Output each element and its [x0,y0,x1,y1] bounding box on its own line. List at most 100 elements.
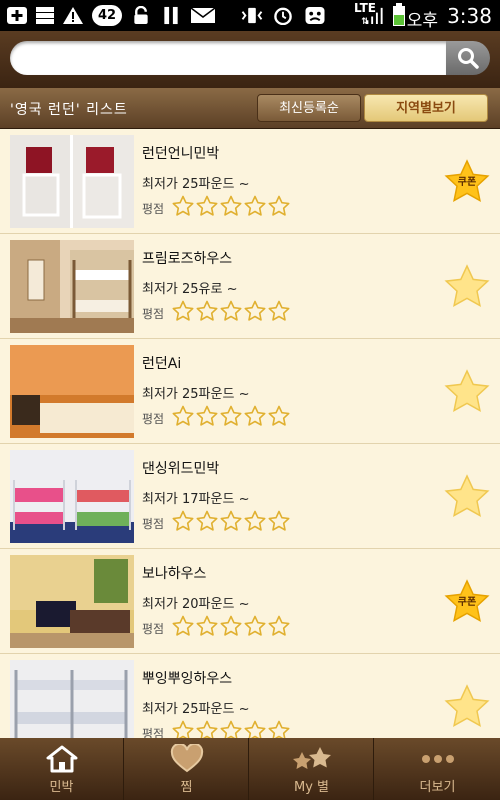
heart-icon [170,744,203,773]
star-empty-icon [196,300,218,321]
listing-price: 최저가 17파운드 ~ [142,492,250,507]
coupon-badge[interactable]: 쿠폰 [444,579,490,623]
star-empty-icon [268,510,290,531]
star-empty-icon [268,615,290,636]
star-empty-icon [220,195,242,216]
favorite-star-icon[interactable] [444,264,490,308]
stars-icon [292,747,331,769]
more-dots-icon [421,755,454,763]
sort-newest-button[interactable]: 최신등록순 [257,94,361,122]
favorite-star-icon[interactable] [444,369,490,413]
status-bar: 42 LTE ⇅ 오후 3:38 [0,0,500,31]
listing-photo [10,660,134,738]
rating-stars [172,720,292,738]
star-empty-icon [220,405,242,426]
star-empty-icon [196,615,218,636]
rating-label: 평점 [142,307,165,321]
alarm-icon [274,7,292,25]
star-empty-icon [244,405,266,426]
nav-my-stars[interactable]: My 별 [250,738,374,800]
listing-name[interactable]: 댄싱위드민박 [142,458,219,478]
sad-face-icon [305,6,325,25]
star-empty-icon [172,615,194,636]
notification-count-badge: 42 [92,5,122,26]
listing-name[interactable]: 프림로즈하우스 [142,248,232,268]
nav-label: 찜 [180,780,193,795]
vibrate-icon [241,7,263,24]
listing-list[interactable]: 런던언니민박 최저가 25파운드 ~ 평점 쿠폰 프림로즈하우스 최저가 25유… [0,129,500,738]
clock-time: 3:38 [447,4,492,28]
database-icon [36,7,54,24]
listing-name[interactable]: 뿌잉뿌잉하우스 [142,668,232,688]
battery-icon [393,3,405,26]
star-empty-icon [268,300,290,321]
rating-stars [172,405,292,427]
add-icon [7,7,27,24]
list-header: '영국 런던' 리스트 최신등록순 지역별보기 [0,88,500,129]
list-item[interactable]: 보나하우스 최저가 20파운드 ~ 평점 쿠폰 [0,549,500,654]
list-title: '영국 런던' 리스트 [10,102,128,118]
lock-icon [134,6,148,25]
listing-photo [10,135,134,228]
star-empty-icon [268,720,290,738]
favorite-star-icon[interactable] [444,474,490,518]
rating-stars [172,300,292,322]
nav-label: 민박 [49,780,74,795]
nav-label: 더보기 [419,780,456,795]
coupon-badge[interactable]: 쿠폰 [444,159,490,203]
sort-region-button[interactable]: 지역별보기 [364,94,488,122]
list-item[interactable]: 댄싱위드민박 최저가 17파운드 ~ 평점 [0,444,500,549]
list-item[interactable]: 런던언니민박 최저가 25파운드 ~ 평점 쿠폰 [0,129,500,234]
listing-photo [10,555,134,648]
pause-icon [164,6,178,25]
listing-name[interactable]: 보나하우스 [142,563,206,583]
rating-stars [172,195,292,217]
listing-name[interactable]: 런던언니민박 [142,143,219,163]
listing-price: 최저가 25유로 ~ [142,282,238,297]
favorite-star-icon[interactable] [444,684,490,728]
nav-favorites[interactable]: 찜 [125,738,249,800]
listing-name[interactable]: 런던Ai [142,353,181,373]
star-empty-icon [172,195,194,216]
star-empty-icon [244,300,266,321]
star-empty-icon [268,195,290,216]
rating-stars [172,510,292,532]
am-pm-label: 오후 [406,11,438,31]
coupon-label: 쿠폰 [457,177,477,188]
bottom-nav: 민박 찜 My 별 더보기 [0,738,500,800]
listing-photo [10,240,134,333]
star-empty-icon [172,300,194,321]
house-icon [46,745,77,773]
star-empty-icon [196,510,218,531]
list-item[interactable]: 뿌잉뿌잉하우스 최저가 25파운드 ~ 평점 [0,654,500,738]
rating-label: 평점 [142,622,165,636]
star-empty-icon [220,720,242,738]
search-button[interactable] [446,41,490,75]
coupon-label: 쿠폰 [457,597,477,608]
listing-price: 최저가 20파운드 ~ [142,597,250,612]
star-empty-icon [220,300,242,321]
list-item[interactable]: 런던Ai 최저가 25파운드 ~ 평점 [0,339,500,444]
rating-stars [172,615,292,637]
search-bar [0,31,500,88]
star-empty-icon [172,405,194,426]
search-input[interactable] [10,41,448,75]
star-empty-icon [172,510,194,531]
list-item[interactable]: 프림로즈하우스 최저가 25유로 ~ 평점 [0,234,500,339]
star-empty-icon [196,195,218,216]
mail-icon [190,7,216,23]
star-empty-icon [244,720,266,738]
nav-minbak[interactable]: 민박 [0,738,124,800]
warning-icon [63,7,83,24]
listing-price: 최저가 25파운드 ~ [142,702,250,717]
rating-label: 평점 [142,727,165,738]
star-empty-icon [196,720,218,738]
listing-price: 최저가 25파운드 ~ [142,387,250,402]
rating-label: 평점 [142,517,165,531]
star-empty-icon [220,510,242,531]
star-empty-icon [244,510,266,531]
nav-more[interactable]: 더보기 [375,738,500,800]
nav-label: My 별 [293,780,329,795]
signal-icon [366,7,383,25]
star-empty-icon [268,405,290,426]
